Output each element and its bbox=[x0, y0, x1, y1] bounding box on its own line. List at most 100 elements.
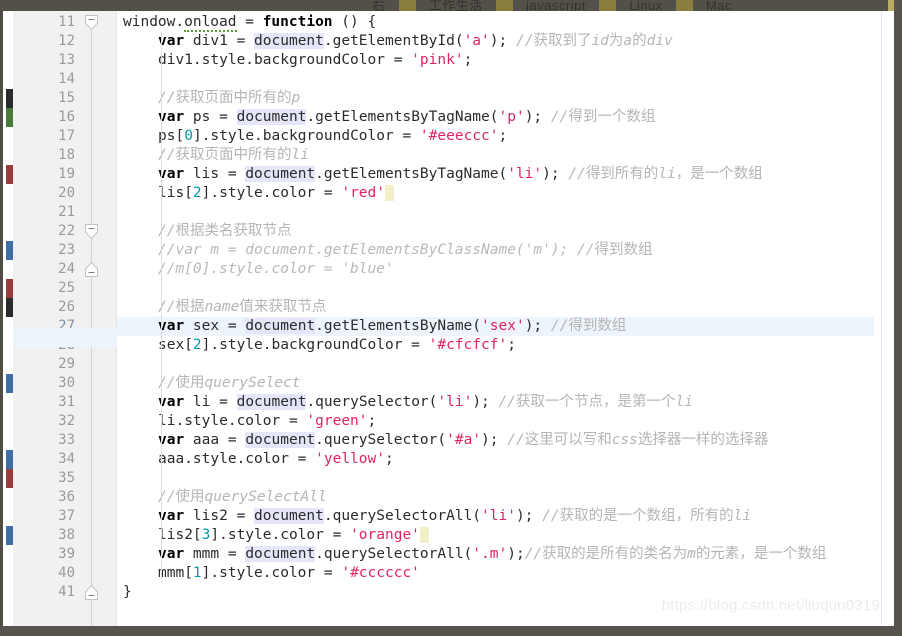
code-token: li bbox=[658, 166, 676, 182]
editor-marker-rail[interactable] bbox=[881, 11, 894, 626]
code-line[interactable]: lis[2].style.color = 'red' bbox=[117, 184, 874, 203]
code-line[interactable]: //var m = document.getElementsByClassNam… bbox=[117, 241, 874, 260]
code-line-text: } bbox=[117, 584, 132, 600]
code-line[interactable]: var aaa = document.querySelector('#a'); … bbox=[117, 431, 874, 450]
line-number[interactable]: 12 bbox=[13, 32, 75, 51]
line-number[interactable]: 31 bbox=[13, 393, 75, 412]
fold-collapse-icon[interactable] bbox=[84, 14, 99, 31]
vcs-change-marker[interactable] bbox=[6, 108, 13, 127]
line-number[interactable]: 37 bbox=[13, 507, 75, 526]
line-number[interactable]: 26 bbox=[13, 298, 75, 317]
vcs-change-marker[interactable] bbox=[6, 526, 13, 545]
code-token: 2 bbox=[192, 337, 202, 353]
code-line[interactable]: var mmm = document.querySelectorAll('.m'… bbox=[117, 545, 874, 564]
browser-tag-1[interactable]: 工作生活 bbox=[429, 0, 483, 11]
code-line[interactable] bbox=[117, 70, 874, 89]
code-line[interactable]: window.onload = function () { bbox=[117, 13, 874, 32]
code-line[interactable] bbox=[117, 279, 874, 298]
code-line[interactable]: aaa.style.color = 'yellow'; bbox=[117, 450, 874, 469]
code-folding-gutter[interactable] bbox=[79, 11, 105, 626]
line-number[interactable]: 15 bbox=[13, 89, 75, 108]
browser-tag-2[interactable]: javascript bbox=[526, 0, 586, 11]
code-line[interactable] bbox=[117, 355, 874, 374]
code-line[interactable]: var li = document.querySelector('li'); /… bbox=[117, 393, 874, 412]
code-line[interactable]: //m[0].style.color = 'blue' bbox=[117, 260, 874, 279]
line-number[interactable]: 20 bbox=[13, 184, 75, 203]
code-line[interactable]: var ps = document.getElementsByTagName('… bbox=[117, 108, 874, 127]
line-number[interactable]: 22 bbox=[13, 222, 75, 241]
line-number[interactable]: 30 bbox=[13, 374, 75, 393]
vcs-change-marker[interactable] bbox=[6, 279, 13, 298]
vcs-change-marker[interactable] bbox=[6, 450, 13, 469]
current-line-gutter-highlight bbox=[13, 328, 117, 347]
code-editor[interactable]: 1112131415161718192021222324252627282930… bbox=[0, 11, 894, 626]
vcs-change-marker[interactable] bbox=[6, 374, 13, 393]
code-line[interactable]: //根据类名获取节点 bbox=[117, 222, 874, 241]
code-line[interactable] bbox=[117, 203, 874, 222]
line-number[interactable]: 24 bbox=[13, 260, 75, 279]
line-number[interactable]: 33 bbox=[13, 431, 75, 450]
vcs-change-marker[interactable] bbox=[6, 241, 13, 260]
line-number[interactable]: 40 bbox=[13, 564, 75, 583]
code-line[interactable]: div1.style.backgroundColor = 'pink'; bbox=[117, 51, 874, 70]
line-number[interactable]: 23 bbox=[13, 241, 75, 260]
line-number[interactable]: 25 bbox=[13, 279, 75, 298]
vcs-change-marker[interactable] bbox=[6, 89, 13, 108]
code-line[interactable]: li.style.color = 'green'; bbox=[117, 412, 874, 431]
fold-collapse-icon[interactable] bbox=[84, 223, 99, 240]
fold-end-icon[interactable] bbox=[84, 261, 99, 278]
code-token: 获取页面中所有的 bbox=[175, 90, 292, 106]
browser-tag-4[interactable]: Mac bbox=[706, 0, 732, 11]
code-token: lis2 = bbox=[184, 508, 255, 524]
line-number[interactable]: 41 bbox=[13, 583, 75, 602]
line-number[interactable]: 18 bbox=[13, 146, 75, 165]
line-number[interactable]: 35 bbox=[13, 469, 75, 488]
code-line[interactable]: var sex = document.getElementsByName('se… bbox=[117, 317, 874, 336]
code-line[interactable]: var lis = document.getElementsByTagName(… bbox=[117, 165, 874, 184]
line-number[interactable]: 17 bbox=[13, 127, 75, 146]
code-line[interactable]: lis2[3].style.color = 'orange' bbox=[117, 526, 874, 545]
vcs-change-marker[interactable] bbox=[6, 165, 13, 184]
vcs-change-marker[interactable] bbox=[6, 298, 13, 317]
vcs-change-marker[interactable] bbox=[6, 469, 13, 488]
line-number[interactable]: 13 bbox=[13, 51, 75, 70]
code-surface[interactable]: window.onload = function () {var div1 = … bbox=[117, 11, 874, 626]
line-number[interactable]: 14 bbox=[13, 70, 75, 89]
code-line[interactable]: mmm[1].style.color = '#cccccc' bbox=[117, 564, 874, 583]
line-number[interactable]: 19 bbox=[13, 165, 75, 184]
code-line[interactable]: //获取页面中所有的li bbox=[117, 146, 874, 165]
code-line[interactable]: ps[0].style.backgroundColor = '#eeeccc'; bbox=[117, 127, 874, 146]
line-number[interactable]: 29 bbox=[13, 355, 75, 374]
code-line-text: var li = document.querySelector('li'); /… bbox=[117, 394, 693, 410]
line-number[interactable]: 36 bbox=[13, 488, 75, 507]
code-line-text: //获取页面中所有的p bbox=[117, 90, 300, 106]
code-line-text: var div1 = document.getElementById('a');… bbox=[117, 33, 673, 49]
code-line[interactable]: //使用querySelectAll bbox=[117, 488, 874, 507]
line-number[interactable]: 11 bbox=[13, 13, 75, 32]
line-number[interactable]: 38 bbox=[13, 526, 75, 545]
code-line[interactable]: //获取页面中所有的p bbox=[117, 89, 874, 108]
browser-tag-0[interactable]: 右 bbox=[372, 0, 386, 11]
fold-end-icon[interactable] bbox=[84, 584, 99, 601]
code-line[interactable]: var div1 = document.getElementById('a');… bbox=[117, 32, 874, 51]
code-line-text: //根据name值来获取节点 bbox=[117, 299, 326, 315]
code-token: ps = bbox=[184, 109, 237, 125]
code-line[interactable] bbox=[117, 469, 874, 488]
code-line[interactable]: //使用querySelect bbox=[117, 374, 874, 393]
line-number[interactable]: 39 bbox=[13, 545, 75, 564]
browser-tag-3[interactable]: Linux bbox=[629, 0, 663, 11]
code-token: 2 bbox=[192, 185, 202, 201]
line-number[interactable]: 21 bbox=[13, 203, 75, 222]
code-line[interactable]: sex[2].style.backgroundColor = '#cfcfcf'… bbox=[117, 336, 874, 355]
code-token: li = bbox=[184, 394, 237, 410]
line-number[interactable]: 34 bbox=[13, 450, 75, 469]
code-token: 'green' bbox=[306, 413, 368, 429]
line-number[interactable]: 16 bbox=[13, 108, 75, 127]
line-number[interactable]: 32 bbox=[13, 412, 75, 431]
code-line[interactable]: //根据name值来获取节点 bbox=[117, 298, 874, 317]
code-token: aaa.style.color = bbox=[158, 451, 316, 467]
code-line[interactable]: var lis2 = document.querySelectorAll('li… bbox=[117, 507, 874, 526]
code-line-text: sex[2].style.backgroundColor = '#cfcfcf'… bbox=[117, 337, 516, 353]
